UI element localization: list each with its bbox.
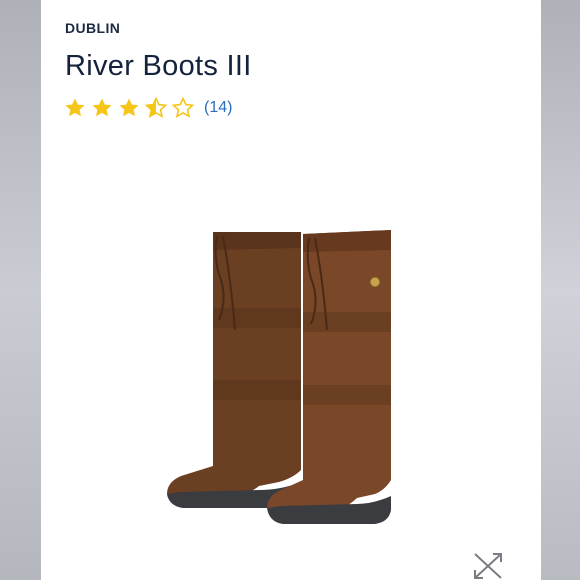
product-image[interactable]: [161, 220, 421, 530]
rating-row[interactable]: (14): [63, 96, 232, 120]
expand-icon[interactable]: [471, 552, 505, 580]
product-card: DUBLIN River Boots III (14): [41, 0, 541, 580]
brand-name[interactable]: DUBLIN: [65, 20, 120, 36]
left-background: [0, 0, 41, 580]
right-background: [541, 0, 580, 580]
left-boot: [167, 232, 301, 508]
product-title: River Boots III: [65, 50, 252, 82]
star-icon: [92, 98, 112, 117]
star-icon: [65, 98, 85, 117]
half-star-icon: [144, 96, 168, 118]
empty-star-icon: [171, 96, 195, 118]
review-count[interactable]: (14): [204, 99, 232, 117]
star-icon: [119, 98, 139, 117]
